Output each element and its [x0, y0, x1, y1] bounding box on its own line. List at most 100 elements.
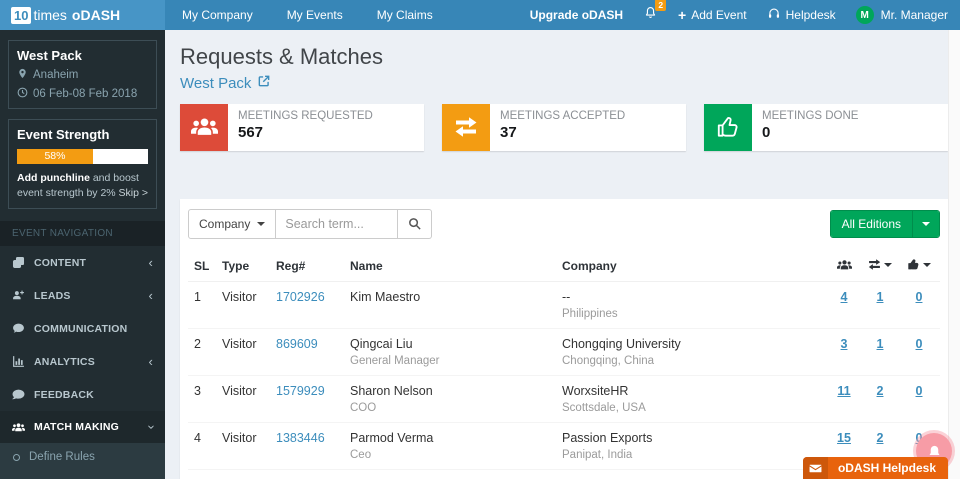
company-location: Scottsdale, USA — [562, 402, 820, 414]
accepted-count-link[interactable]: 1 — [877, 337, 884, 351]
header-done-sort[interactable] — [898, 251, 940, 282]
header-type: Type — [216, 251, 270, 282]
requested-count-link[interactable]: 11 — [837, 384, 850, 398]
accepted-count-link[interactable]: 2 — [877, 384, 884, 398]
add-event-button[interactable]: + Add Event — [678, 7, 747, 23]
attendee-name: Sharon Nelson — [350, 384, 550, 398]
match-making-icon — [12, 422, 25, 433]
all-editions-caret[interactable] — [912, 211, 939, 237]
done-count-link[interactable]: 0 — [916, 337, 923, 351]
card-value: 567 — [238, 124, 373, 141]
attendee-title: Ceo — [350, 449, 550, 461]
header-name: Name — [344, 251, 556, 282]
event-strength-title: Event Strength — [17, 127, 148, 142]
attendee-name: Parmod Verma — [350, 431, 550, 445]
helpdesk-nav-button[interactable]: Helpdesk — [767, 7, 836, 24]
add-event-label: Add Event — [691, 8, 746, 22]
header-reg: Reg# — [270, 251, 344, 282]
main-content: Requests & Matches West Pack MEETINGS RE… — [165, 30, 948, 479]
header-company: Company — [556, 251, 826, 282]
event-link[interactable]: West Pack — [180, 74, 271, 92]
communication-icon — [12, 322, 25, 335]
search-input[interactable] — [276, 209, 398, 239]
accepted-count-link[interactable]: 2 — [877, 431, 884, 445]
sidebar-item-analytics[interactable]: ANALYTICS ‹ — [0, 345, 165, 378]
nav-my-claims[interactable]: My Claims — [360, 0, 450, 30]
card-meetings-done: MEETINGS DONE 0 — [704, 104, 948, 151]
feedback-icon — [12, 388, 25, 401]
cell-sl: 3 — [188, 375, 216, 422]
event-location-row: Anaheim — [17, 68, 148, 82]
sidebar-item-communication[interactable]: COMMUNICATION — [0, 312, 165, 345]
sidebar-item-label: COMMUNICATION — [34, 323, 153, 335]
chevron-left-icon: ‹ — [148, 291, 153, 301]
upgrade-odash-link[interactable]: Upgrade oDASH — [530, 8, 623, 22]
users-icon — [837, 260, 852, 270]
reg-link[interactable]: 1579929 — [276, 384, 325, 398]
cell-type: Visitor — [216, 469, 270, 479]
circle-outline-icon — [13, 454, 20, 461]
caret-down-icon — [257, 222, 265, 226]
page-title: Requests & Matches — [180, 44, 948, 70]
card-label: MEETINGS REQUESTED — [238, 110, 373, 122]
navbar-menu: My Company My Events My Claims — [165, 0, 450, 30]
requested-count-link[interactable]: 3 — [841, 337, 848, 351]
reg-link[interactable]: 1702926 — [276, 290, 325, 304]
user-menu[interactable]: M Mr. Manager — [856, 6, 948, 24]
avatar: M — [856, 6, 874, 24]
company-name: Passion Exports — [562, 431, 820, 445]
header-accepted-sort[interactable] — [862, 251, 898, 282]
header-requested-sort[interactable] — [826, 251, 862, 282]
nav-my-events[interactable]: My Events — [270, 0, 360, 30]
event-info-box: West Pack Anaheim 06 Feb-08 Feb 2018 — [8, 40, 157, 109]
search-button[interactable] — [398, 209, 432, 239]
vertical-scrollbar[interactable] — [948, 30, 960, 479]
all-editions-button[interactable]: All Editions — [830, 210, 940, 238]
reg-link[interactable]: 1383446 — [276, 431, 325, 445]
accepted-count-link[interactable]: 1 — [877, 290, 884, 304]
app-logo[interactable]: 10 times oDASH — [0, 0, 165, 30]
done-count-link[interactable]: 0 — [916, 384, 923, 398]
table-header-row: SL Type Reg# Name Company — [188, 251, 940, 282]
nav-my-company[interactable]: My Company — [165, 0, 270, 30]
requests-table: SL Type Reg# Name Company — [188, 251, 940, 479]
navbar-right: Upgrade oDASH 2 + Add Event Help — [510, 0, 960, 30]
table-toolbar: Company All Editions — [188, 209, 940, 239]
logo-times-text: times — [33, 7, 66, 23]
cell-type: Visitor — [216, 281, 270, 328]
attendee-name: Kim Maestro — [350, 290, 550, 304]
user-name: Mr. Manager — [881, 8, 948, 22]
sidebar-item-label: ANALYTICS — [34, 356, 148, 368]
skip-link[interactable]: Skip > — [119, 186, 148, 201]
caret-down-icon — [884, 263, 892, 267]
sidebar-item-feedback[interactable]: FEEDBACK — [0, 378, 165, 411]
submenu-define-rules[interactable]: Define Rules — [0, 443, 165, 471]
sidebar-item-content[interactable]: CONTENT ‹ — [0, 246, 165, 279]
event-strength-box: Event Strength 58% Add punchline and boo… — [8, 119, 157, 209]
requested-count-link[interactable]: 4 — [841, 290, 848, 304]
event-dates: 06 Feb-08 Feb 2018 — [33, 88, 137, 100]
company-location: Philippines — [562, 308, 820, 320]
requested-count-link[interactable]: 15 — [837, 431, 851, 445]
envelope-icon — [803, 457, 828, 479]
reg-link[interactable]: 869609 — [276, 337, 318, 351]
clock-icon — [17, 87, 28, 101]
sidebar-item-leads[interactable]: LEADS ‹ — [0, 279, 165, 312]
caret-down-icon — [923, 263, 931, 267]
strength-progress-bar: 58% — [17, 149, 148, 164]
odash-helpdesk-button[interactable]: oDASH Helpdesk — [803, 457, 948, 479]
done-count-link[interactable]: 0 — [916, 290, 923, 304]
cell-type: Visitor — [216, 375, 270, 422]
notifications-button[interactable]: 2 — [643, 5, 658, 25]
sidebar-item-label: MATCH MAKING — [34, 421, 148, 433]
submenu-requests-matches[interactable]: Requests & Matches — [0, 471, 165, 479]
card-value: 0 — [762, 124, 858, 141]
cell-type: Visitor — [216, 328, 270, 375]
exchange-icon — [868, 258, 881, 271]
company-name: WorxsiteHR — [562, 384, 820, 398]
cell-sl: 4 — [188, 422, 216, 469]
filter-dropdown-button[interactable]: Company — [188, 209, 276, 239]
hint-bold: Add punchline — [17, 172, 90, 184]
sidebar-item-match-making[interactable]: MATCH MAKING ‹ — [0, 411, 165, 443]
map-marker-icon — [17, 68, 28, 82]
